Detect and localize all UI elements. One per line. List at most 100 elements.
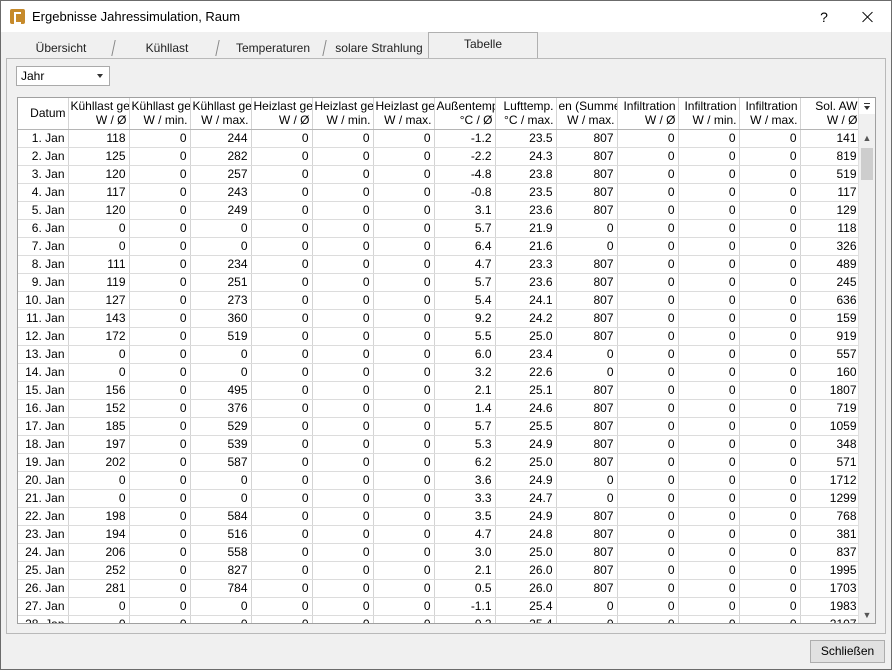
table-row[interactable]: 27. Jan 0 0 0 0 0 0 -1.1 25.4 0 0 0 0 1983 — [18, 597, 861, 616]
table-row[interactable]: 23. Jan 194 0 516 0 0 0 4.7 24.8 807 0 0 0 381 — [18, 525, 861, 544]
tab-uebersicht[interactable]: Übersicht — [19, 34, 103, 58]
value-cell: 0 — [312, 363, 374, 382]
column-header[interactable]: Heizlast ges.W / max. — [373, 98, 435, 130]
value-cell: 2107 — [800, 615, 861, 623]
table-row[interactable]: 25. Jan 252 0 827 0 0 0 2.1 26.0 807 0 0 0 1995 — [18, 561, 861, 580]
period-select[interactable]: Jahr — [16, 66, 110, 86]
close-button[interactable]: Schließen — [810, 640, 885, 663]
value-cell: 0 — [251, 147, 313, 166]
value-cell: 0 — [251, 381, 313, 400]
value-cell: 120 — [68, 201, 130, 220]
table-row[interactable]: 16. Jan 152 0 376 0 0 0 1.4 24.6 807 0 0 0 719 — [18, 399, 861, 418]
table-row[interactable]: 17. Jan 185 0 529 0 0 0 5.7 25.5 807 0 0 0 1059 — [18, 417, 861, 436]
value-cell: 0 — [129, 165, 191, 184]
value-cell: 0 — [312, 129, 374, 148]
column-header-line2: W / min. — [326, 113, 371, 128]
table-row[interactable]: 18. Jan 197 0 539 0 0 0 5.3 24.9 807 0 0 0 348 — [18, 435, 861, 454]
table-row[interactable]: 22. Jan 198 0 584 0 0 0 3.5 24.9 807 0 0 0 768 — [18, 507, 861, 526]
vertical-scrollbar[interactable]: ▲ ▼ — [858, 98, 875, 623]
value-cell: 636 — [800, 291, 861, 310]
table-row[interactable]: 1. Jan 118 0 244 0 0 0 -1.2 23.5 807 0 0 0 141 — [18, 129, 861, 148]
value-cell: 0 — [251, 165, 313, 184]
value-cell: 0 — [129, 183, 191, 202]
column-header[interactable]: Datum — [18, 98, 69, 130]
column-header[interactable]: Infiltration W / max. — [739, 98, 801, 130]
column-chooser-icon[interactable] — [859, 98, 875, 114]
value-cell: 0 — [312, 435, 374, 454]
value-cell: 0 — [251, 417, 313, 436]
table-row[interactable]: 8. Jan 111 0 234 0 0 0 4.7 23.3 807 0 0 0 489 — [18, 255, 861, 274]
value-cell: 381 — [800, 525, 861, 544]
value-cell: 5.4 — [434, 291, 496, 310]
table-row[interactable]: 9. Jan 119 0 251 0 0 0 5.7 23.6 807 0 0 0 245 — [18, 273, 861, 292]
table-row[interactable]: 13. Jan 0 0 0 0 0 0 6.0 23.4 0 0 0 0 557 — [18, 345, 861, 364]
table-row[interactable]: 12. Jan 172 0 519 0 0 0 5.5 25.0 807 0 0 0 919 — [18, 327, 861, 346]
value-cell: 0 — [129, 291, 191, 310]
value-cell: 0 — [373, 381, 435, 400]
value-cell: 516 — [190, 525, 252, 544]
value-cell: 152 — [68, 399, 130, 418]
value-cell: 587 — [190, 453, 252, 472]
table-row[interactable]: 3. Jan 120 0 257 0 0 0 -4.8 23.8 807 0 0 0 519 — [18, 165, 861, 184]
column-header[interactable]: Lufttemp. °C / max. — [495, 98, 557, 130]
value-cell: 0 — [190, 363, 252, 382]
results-grid[interactable]: DatumKühllast ges.W / ØKühllast ges.W / … — [17, 97, 876, 624]
value-cell: 0 — [617, 309, 679, 328]
table-row[interactable]: 2. Jan 125 0 282 0 0 0 -2.2 24.3 807 0 0 0 819 — [18, 147, 861, 166]
table-row[interactable]: 6. Jan 0 0 0 0 0 0 5.7 21.9 0 0 0 0 118 — [18, 219, 861, 238]
value-cell: 111 — [68, 255, 130, 274]
scroll-thumb[interactable] — [861, 148, 873, 180]
table-row[interactable]: 4. Jan 117 0 243 0 0 0 -0.8 23.5 807 0 0 0 117 — [18, 183, 861, 202]
column-header[interactable]: en (Summe)W / max. — [556, 98, 618, 130]
help-button[interactable]: ? — [813, 7, 835, 27]
column-header[interactable]: Kühllast ges.W / max. — [190, 98, 252, 130]
column-header[interactable]: Kühllast ges.W / min. — [129, 98, 191, 130]
value-cell: 0 — [68, 345, 130, 364]
value-cell: 0 — [129, 201, 191, 220]
column-header-line2: W / min. — [692, 113, 737, 128]
table-row[interactable]: 21. Jan 0 0 0 0 0 0 3.3 24.7 0 0 0 0 1299 — [18, 489, 861, 508]
scroll-up-icon[interactable]: ▲ — [859, 130, 875, 146]
value-cell: 0 — [678, 453, 740, 472]
tab-separator — [322, 40, 327, 56]
scroll-down-icon[interactable]: ▼ — [859, 607, 875, 623]
column-header[interactable]: Heizlast ges.W / min. — [312, 98, 374, 130]
tab-tabelle[interactable]: Tabelle — [428, 32, 538, 59]
value-cell: 3.0 — [434, 543, 496, 562]
column-header[interactable]: Infiltration W / min. — [678, 98, 740, 130]
tab-solare-strahlung[interactable]: solare Strahlung — [330, 34, 428, 58]
value-cell: 0 — [312, 327, 374, 346]
value-cell: 0 — [312, 561, 374, 580]
value-cell: 0 — [739, 201, 801, 220]
table-row[interactable]: 15. Jan 156 0 495 0 0 0 2.1 25.1 807 0 0 0 1807 — [18, 381, 861, 400]
table-row[interactable]: 26. Jan 281 0 784 0 0 0 0.5 26.0 807 0 0 0 1703 — [18, 579, 861, 598]
column-header[interactable]: Kühllast ges.W / Ø — [68, 98, 130, 130]
table-row[interactable]: 14. Jan 0 0 0 0 0 0 3.2 22.6 0 0 0 0 160 — [18, 363, 861, 382]
column-header-line1: Heizlast ges. — [375, 99, 434, 114]
column-header[interactable]: Heizlast ges.W / Ø — [251, 98, 313, 130]
value-cell: 0 — [373, 129, 435, 148]
tab-temperaturen[interactable]: Temperaturen — [227, 34, 319, 58]
value-cell: 25.0 — [495, 543, 557, 562]
table-row[interactable]: 5. Jan 120 0 249 0 0 0 3.1 23.6 807 0 0 0 129 — [18, 201, 861, 220]
value-cell: 0 — [617, 543, 679, 562]
value-cell: 0 — [251, 129, 313, 148]
close-icon[interactable] — [853, 5, 883, 29]
tab-kuehllast[interactable]: Kühllast — [121, 34, 213, 58]
table-row[interactable]: 24. Jan 206 0 558 0 0 0 3.0 25.0 807 0 0 0 837 — [18, 543, 861, 562]
table-row[interactable]: 11. Jan 143 0 360 0 0 0 9.2 24.2 807 0 0 0 159 — [18, 309, 861, 328]
column-header[interactable]: Außentemp.°C / Ø — [434, 98, 496, 130]
value-cell: 0 — [129, 327, 191, 346]
value-cell: 807 — [556, 255, 618, 274]
column-header[interactable]: Sol. AW W / Ø — [800, 98, 861, 130]
table-row[interactable]: 7. Jan 0 0 0 0 0 0 6.4 21.6 0 0 0 0 326 — [18, 237, 861, 256]
value-cell: 0 — [129, 399, 191, 418]
value-cell: 0 — [678, 435, 740, 454]
table-row[interactable]: 20. Jan 0 0 0 0 0 0 3.6 24.9 0 0 0 0 1712 — [18, 471, 861, 490]
table-row[interactable]: 19. Jan 202 0 587 0 0 0 6.2 25.0 807 0 0 0 571 — [18, 453, 861, 472]
column-header[interactable]: Infiltration W / Ø — [617, 98, 679, 130]
period-select-value: Jahr — [21, 69, 45, 83]
table-row[interactable]: 28. Jan 0 0 0 0 0 0 0.2 25.4 0 0 0 0 2107 — [18, 615, 861, 623]
value-cell: 0 — [312, 183, 374, 202]
table-row[interactable]: 10. Jan 127 0 273 0 0 0 5.4 24.1 807 0 0 0 636 — [18, 291, 861, 310]
